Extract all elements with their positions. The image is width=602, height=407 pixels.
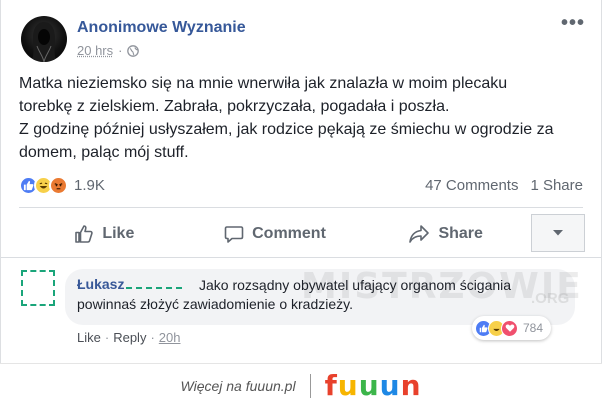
post-text-line: domem, paląc mój stuff. [19, 144, 189, 161]
logo-letter: u [337, 369, 359, 402]
comments-count-link[interactable]: 47 Comments [425, 177, 518, 194]
site-footer: Więcej na fuuun.pl fuuun [0, 364, 602, 407]
hooded-figure-icon [31, 22, 57, 62]
comment-bubble-icon [224, 226, 244, 243]
comment-label: Comment [252, 225, 326, 242]
thumbs-up-icon [75, 225, 94, 243]
post-timestamp[interactable]: 20 hrs [77, 43, 113, 58]
logo-letter: u [379, 369, 401, 402]
like-button[interactable]: Like [19, 212, 190, 256]
comment-timestamp[interactable]: 20h [159, 330, 181, 345]
post-card: Anonimowe Wyznanie 20 hrs · ••• Matka ni… [0, 0, 602, 363]
footer-link[interactable]: Więcej na fuuun.pl [181, 378, 296, 394]
comment-like-link[interactable]: Like [77, 330, 101, 345]
divider [19, 207, 583, 208]
comment-text: Jako rozsądny obywatel ufający organom ś… [77, 277, 512, 312]
logo-letter: n [400, 369, 422, 402]
reaction-count: 1.9K [74, 177, 105, 194]
comment-reply-link[interactable]: Reply [113, 330, 146, 345]
comment-button[interactable]: Comment [190, 212, 361, 256]
divider [1, 257, 601, 258]
comment-reactions[interactable]: 784 [472, 316, 552, 340]
share-arrow-icon [409, 225, 430, 243]
page-name-link[interactable]: Anonimowe Wyznanie [77, 19, 246, 37]
post-text-line: Matka nieziemsko się na mnie wnerwiła ja… [19, 75, 508, 92]
commenter-avatar-redacted[interactable] [21, 270, 55, 306]
post-action-bar: Like Comment Share [19, 212, 531, 256]
post-text-line: torebkę z zielskiem. Zabrała, pokrzyczał… [19, 98, 450, 115]
post-text: Matka nieziemsko się na mnie wnerwiła ja… [19, 72, 589, 164]
page-avatar[interactable] [21, 16, 67, 62]
comment-actions: Like · Reply · 20h [77, 330, 181, 345]
audience-dropdown-button[interactable] [531, 214, 585, 252]
comment-reaction-count: 784 [523, 321, 544, 335]
comment-action-separator: · [104, 330, 110, 345]
reactions-summary[interactable]: 1.9K [19, 176, 105, 195]
love-icon [501, 319, 518, 337]
like-label: Like [102, 225, 135, 242]
angry-icon [49, 176, 68, 195]
post-meta: 20 hrs · [77, 43, 140, 58]
post-text-line: Z godzinę później usłyszałem, jak rodzic… [19, 121, 554, 138]
globe-icon[interactable] [127, 44, 140, 57]
caret-down-icon [553, 230, 563, 236]
fuuun-logo[interactable]: fuuun [325, 369, 422, 402]
comment-action-separator: · [150, 330, 155, 345]
meta-separator: · [118, 43, 123, 58]
more-options-icon[interactable]: ••• [561, 13, 585, 33]
shares-count-link[interactable]: 1 Share [530, 177, 583, 194]
footer-separator [309, 373, 311, 398]
logo-letter: f [324, 369, 338, 402]
share-button[interactable]: Share [360, 212, 531, 256]
share-label: Share [438, 225, 483, 242]
logo-letter: u [358, 369, 380, 402]
post-stats: 47 Comments 1 Share [425, 177, 583, 194]
